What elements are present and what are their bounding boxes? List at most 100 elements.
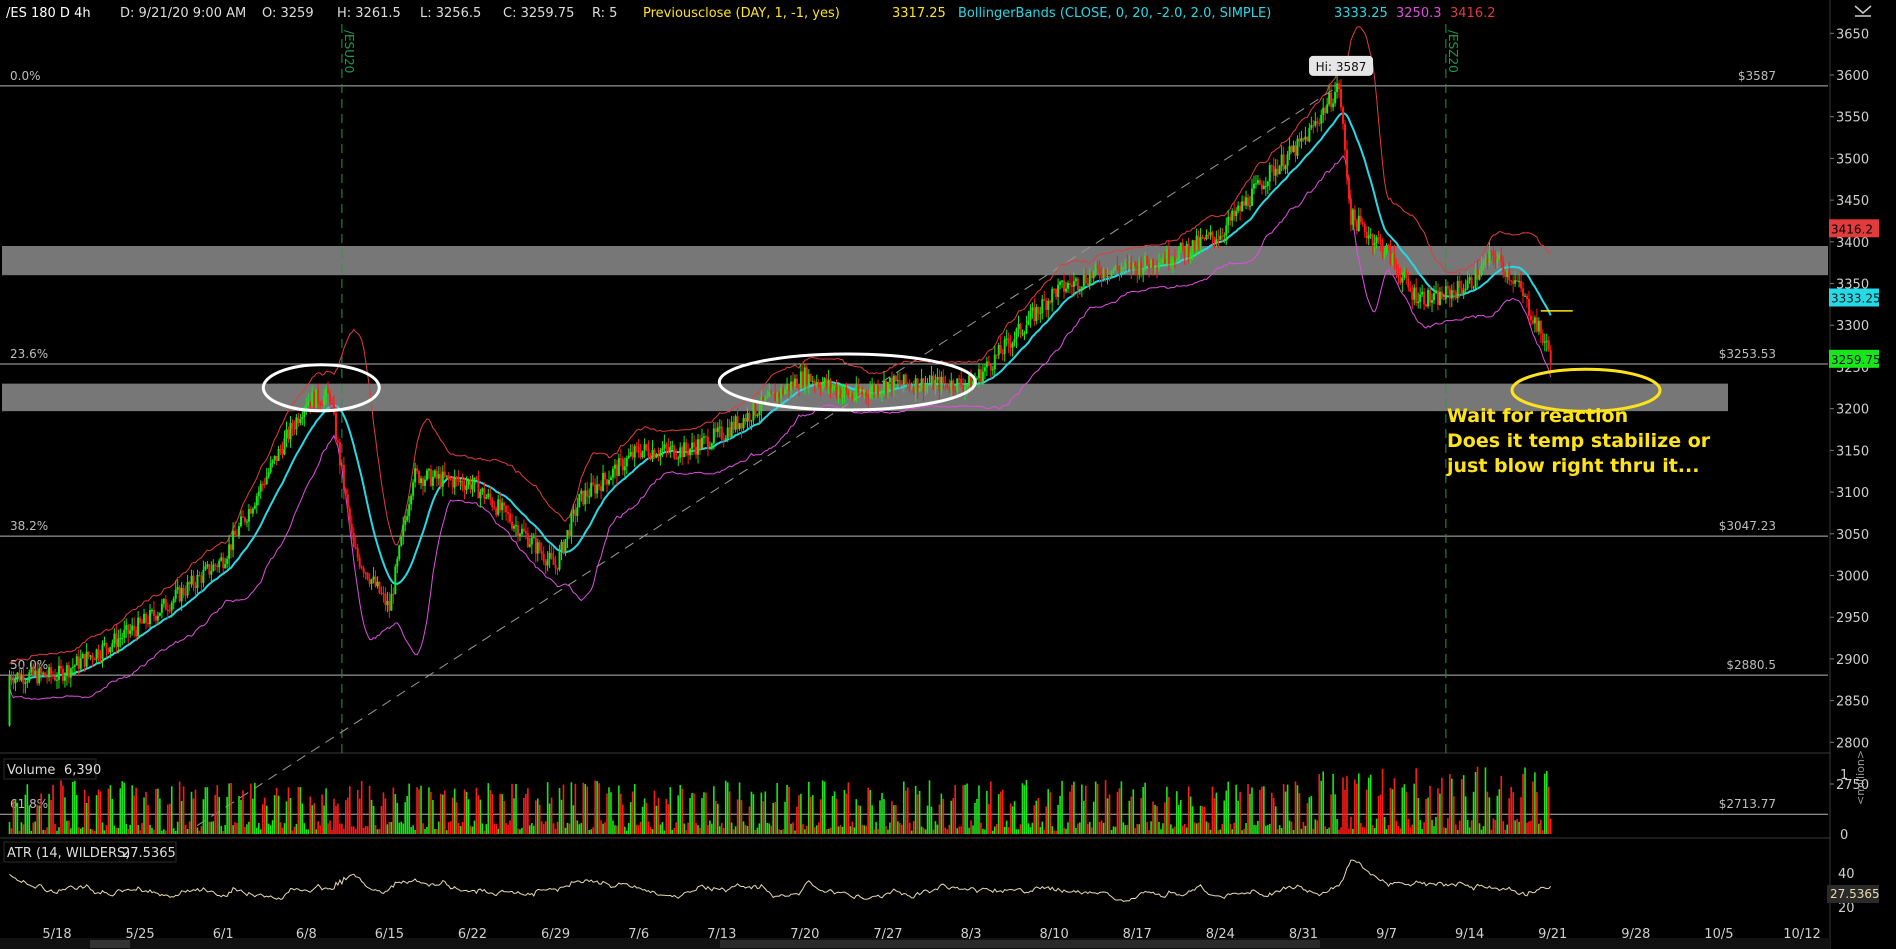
- volume-bar-468: [934, 821, 937, 834]
- candle-body-75: [156, 615, 159, 621]
- volume-bar-634: [1263, 786, 1265, 834]
- volume-bar-267: [536, 798, 539, 834]
- time-tick-10: 7/27: [873, 927, 902, 942]
- candle-body-216: [435, 470, 438, 479]
- candle-body-526: [1049, 300, 1052, 303]
- volume-bar-133: [271, 820, 274, 834]
- candle-body-546: [1088, 274, 1091, 286]
- candle-body-641: [1276, 168, 1279, 175]
- candle-body-367: [734, 416, 737, 430]
- candle-body-661: [1316, 121, 1319, 124]
- candle-body-453: [904, 374, 907, 383]
- volume-bar-737: [1466, 820, 1469, 834]
- volume-bar-311: [624, 826, 626, 834]
- candle-body-253: [509, 513, 512, 522]
- volume-bar-265: [533, 825, 535, 834]
- volume-bar-491: [980, 822, 982, 834]
- volume-bar-83: [172, 828, 175, 834]
- volume-bar-540: [1077, 823, 1079, 834]
- candle-body-240: [483, 488, 486, 499]
- volume-bar-746: [1484, 767, 1487, 834]
- volume-bar-500: [997, 794, 1000, 834]
- volume-bar-482: [962, 785, 964, 834]
- volume-bar-757: [1506, 824, 1509, 834]
- volume-bar-59: [125, 823, 128, 834]
- volume-bar-381: [762, 801, 765, 834]
- volume-bar-193: [390, 821, 393, 834]
- candle-body-84: [174, 589, 177, 599]
- candle-body-110: [226, 558, 229, 565]
- volume-bar-220: [443, 790, 446, 834]
- volume-bar-577: [1150, 821, 1152, 834]
- scrollbar-thumb-left[interactable]: [90, 940, 130, 948]
- candle-body-605: [1205, 234, 1208, 240]
- volume-bar-590: [1176, 791, 1178, 834]
- price-axis[interactable]: 2750280028502900295030003050310031503200…: [1829, 27, 1881, 793]
- volume-bar-452: [902, 781, 905, 834]
- candle-body-494: [985, 361, 988, 368]
- candle-body-523: [1043, 299, 1046, 301]
- candle-body-753: [1498, 254, 1501, 259]
- volume-bar-596: [1187, 786, 1190, 834]
- volume-bar-393: [786, 784, 788, 834]
- candle-body-471: [940, 376, 943, 391]
- volume-bar-238: [479, 799, 482, 834]
- candle-body-78: [162, 599, 165, 604]
- candle-body-217: [437, 474, 440, 479]
- candle-body-582: [1159, 262, 1162, 264]
- candle-body-772: [1535, 317, 1538, 332]
- volume-bar-166: [337, 803, 339, 834]
- candle-body-302: [606, 479, 609, 485]
- collapse-icon[interactable]: [1854, 5, 1872, 17]
- candle-body-121: [247, 509, 250, 522]
- candle-body-671: [1336, 83, 1339, 92]
- volume-bar-612: [1219, 829, 1222, 834]
- candle-body-568: [1132, 262, 1135, 271]
- volume-bar-25: [58, 827, 60, 834]
- candle-body-668: [1330, 92, 1333, 108]
- volume-bar-316: [633, 784, 636, 834]
- candle-body-315: [631, 452, 634, 458]
- volume-bar-644: [1282, 784, 1285, 834]
- volume-bar-467: [932, 829, 935, 834]
- volume-bar-288: [578, 824, 581, 834]
- volume-bar-103: [212, 821, 215, 834]
- price-chart[interactable]: /ES 180 D 4h D: 9/21/20 9:00 AM O: 3259 …: [0, 0, 1896, 949]
- volume-axis-label: <million>: [1854, 750, 1867, 805]
- volume-bar-24: [56, 830, 58, 834]
- volume-bar-138: [281, 827, 284, 834]
- trend-line: [196, 85, 1340, 827]
- volume-bar-475: [948, 824, 951, 834]
- candle-body-502: [1001, 353, 1004, 355]
- candle-body-108: [222, 557, 225, 568]
- candle-body-740: [1472, 287, 1475, 289]
- candle-body-306: [613, 464, 616, 469]
- candle-body-293: [588, 496, 591, 498]
- volume-bar-466: [930, 806, 933, 834]
- volume-bar-535: [1067, 822, 1069, 834]
- volume-bar-259: [521, 827, 523, 834]
- volume-bar-529: [1055, 830, 1057, 834]
- volume-bar-659: [1312, 828, 1315, 834]
- candle-body-178: [360, 566, 363, 569]
- candle-body-63: [133, 625, 136, 631]
- fib-level-label-0: 0.0%: [10, 69, 41, 83]
- volume-bar-217: [438, 821, 440, 834]
- price-tick-4: 2950: [1836, 611, 1869, 626]
- candle-body-42: [91, 655, 94, 660]
- candle-body-421: [841, 393, 844, 398]
- candle-body-371: [742, 418, 745, 429]
- candle-body-484: [966, 384, 969, 387]
- candle-body-198: [400, 536, 403, 546]
- volume-bar-398: [796, 806, 798, 834]
- volume-bar-308: [618, 785, 620, 834]
- volume-bar-538: [1073, 781, 1075, 834]
- volume-bar-582: [1160, 829, 1162, 834]
- volume-bar-206: [416, 787, 418, 834]
- volume-bar-776: [1544, 773, 1546, 834]
- candle-body-590: [1175, 259, 1178, 261]
- candle-body-124: [253, 505, 256, 509]
- volume-bar-211: [426, 826, 428, 834]
- candle-body-620: [1235, 210, 1238, 217]
- symbol-label[interactable]: /ES 180 D 4h: [6, 6, 91, 21]
